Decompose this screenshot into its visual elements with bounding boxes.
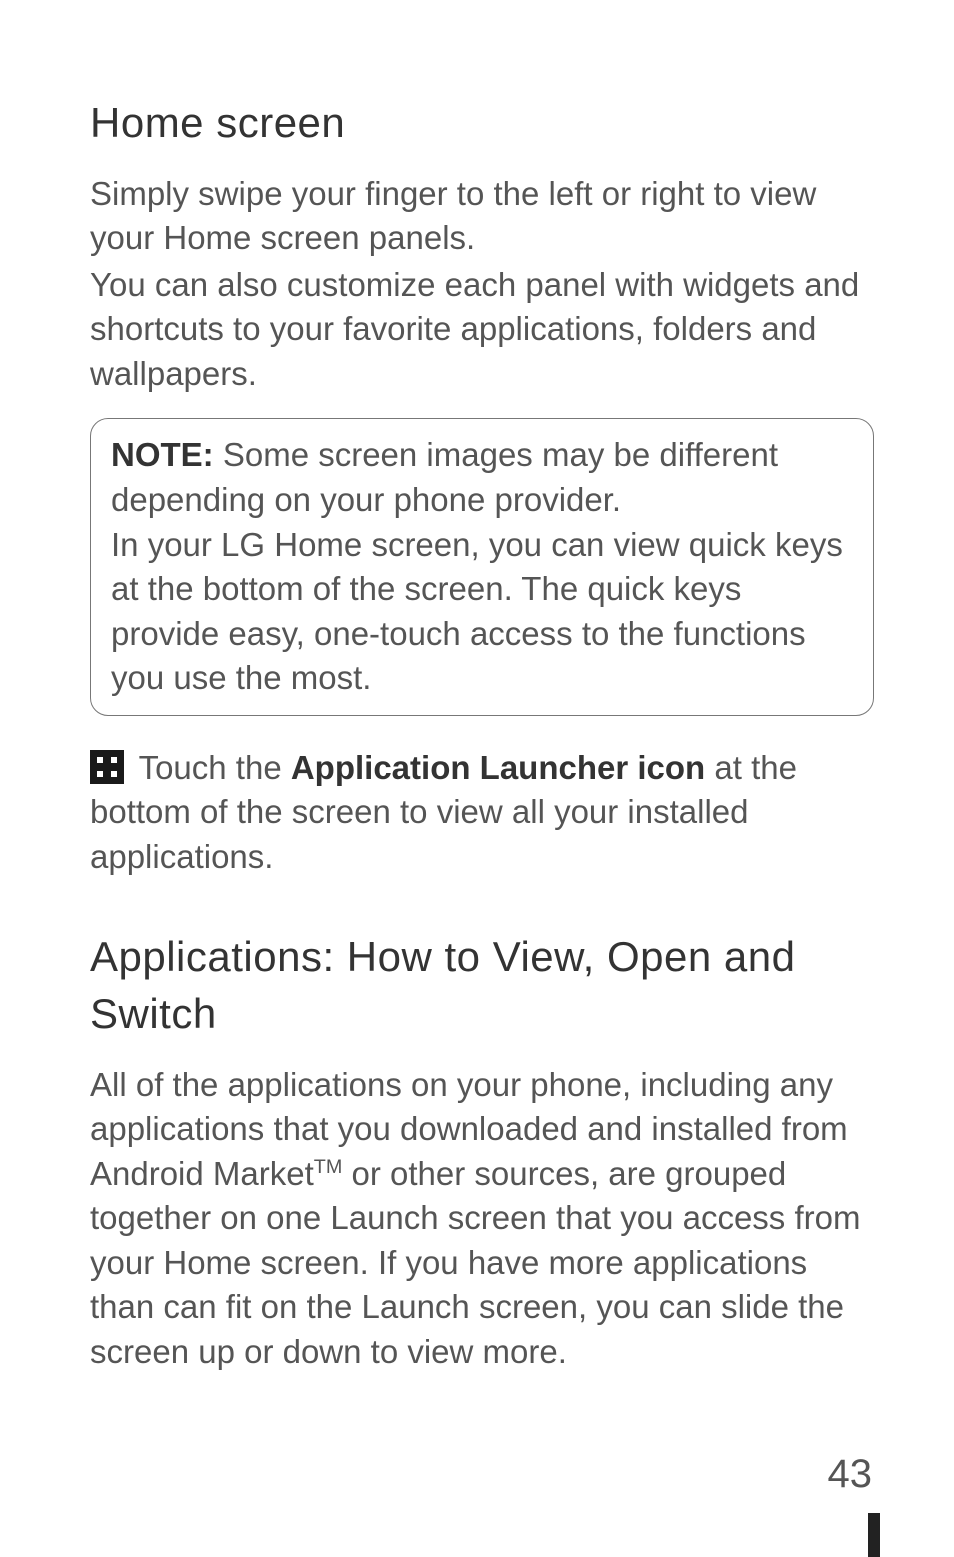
launcher-instruction: Touch the Application Launcher icon at t… <box>90 746 874 880</box>
trademark-symbol: TM <box>314 1156 343 1178</box>
application-launcher-icon <box>90 750 124 784</box>
page-number: 43 <box>828 1447 873 1501</box>
note-line-1: NOTE: Some screen images may be differen… <box>111 433 853 522</box>
heading-applications: Applications: How to View, Open and Swit… <box>90 929 874 1042</box>
note-label: NOTE: <box>111 436 214 473</box>
note-text-2: In your LG Home screen, you can view qui… <box>111 523 853 701</box>
applications-para: All of the applications on your phone, i… <box>90 1063 874 1375</box>
launcher-text-prefix: Touch the <box>130 749 291 786</box>
page-corner-mark <box>868 1513 880 1557</box>
home-screen-para-2: You can also customize each panel with w… <box>90 263 874 397</box>
heading-home-screen: Home screen <box>90 95 874 152</box>
note-box: NOTE: Some screen images may be differen… <box>90 418 874 715</box>
home-screen-para-1: Simply swipe your finger to the left or … <box>90 172 874 261</box>
launcher-text-bold: Application Launcher icon <box>291 749 705 786</box>
